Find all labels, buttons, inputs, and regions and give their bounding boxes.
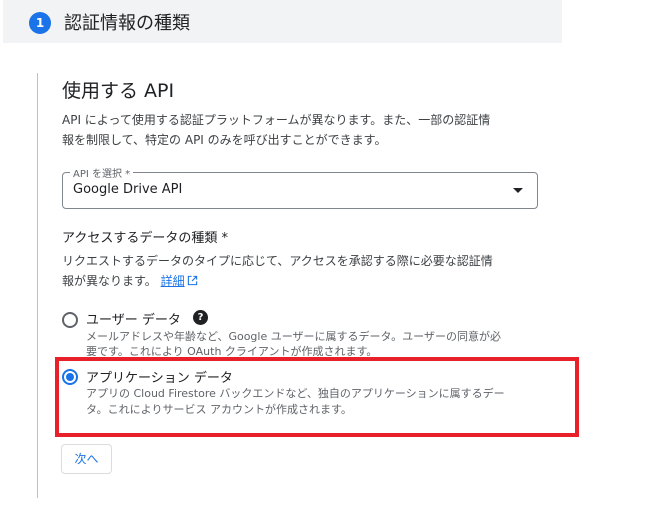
details-link[interactable]: 詳細	[161, 274, 198, 288]
user-data-label[interactable]: ユーザー データ	[86, 309, 181, 328]
api-description-line1: API によって使用する認証プラットフォームが異なります。また、一部の認証情	[62, 113, 491, 127]
dropdown-arrow-icon	[513, 188, 523, 193]
user-data-description-line2: 要です。これにより OAuth クライアントが作成されます。	[86, 345, 378, 356]
step-number-badge: 1	[29, 12, 51, 34]
details-link-label: 詳細	[160, 274, 185, 288]
access-description-text: 報が異なります。	[62, 274, 157, 288]
access-description-line2: 報が異なります。 詳細	[62, 271, 198, 291]
next-button[interactable]: 次へ	[61, 444, 112, 474]
api-section-title: 使用する API	[62, 80, 175, 102]
access-data-heading: アクセスするデータの種類 *	[62, 231, 228, 246]
step-title: 認証情報の種類	[64, 13, 190, 34]
api-select[interactable]: Google Drive API	[62, 172, 538, 209]
step-header: 1 認証情報の種類	[3, 0, 562, 43]
help-icon[interactable]: ?	[193, 310, 208, 325]
api-description-line2: 報を制限して、特定の API のみを呼び出すことができます。	[62, 133, 387, 147]
access-description-line1: リクエストするデータのタイプに応じて、アクセスを承認する際に必要な認証情	[62, 254, 493, 268]
api-select-label: API を選択 *	[70, 165, 134, 180]
step-connector-line	[37, 73, 38, 498]
user-data-radio[interactable]	[62, 312, 78, 328]
api-select-value: Google Drive API	[73, 182, 183, 197]
external-link-icon	[187, 275, 197, 286]
highlight-annotation-box	[55, 357, 579, 437]
